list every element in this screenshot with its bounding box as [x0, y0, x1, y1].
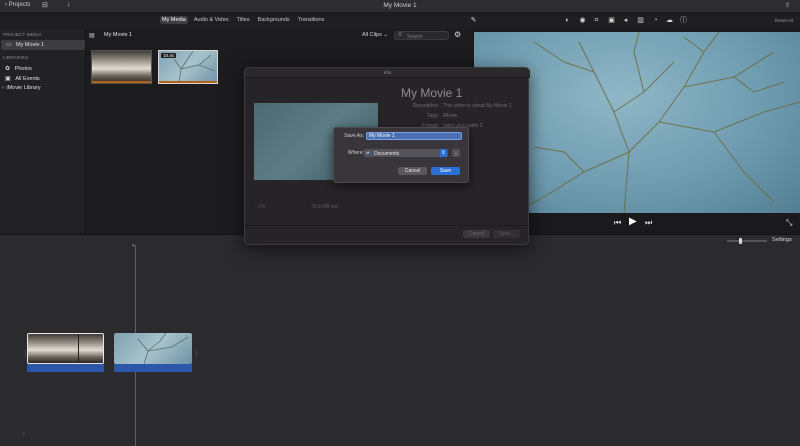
events-icon: ▣ [5, 76, 11, 82]
play-icon[interactable]: ▶ [629, 216, 637, 227]
filter-label: All Clips [362, 32, 382, 38]
browser-title: My Movie 1 [104, 32, 133, 38]
tab-backgrounds[interactable]: Backgrounds [256, 16, 292, 24]
media-tabs: My Media Audio & Video Titles Background… [160, 16, 326, 24]
size-icon: ▫ [255, 204, 257, 210]
save-button[interactable]: Save [431, 167, 460, 175]
project-media-header: PROJECT MEDIA [3, 32, 43, 37]
tab-titles[interactable]: Titles [235, 16, 252, 24]
zoom-slider[interactable] [727, 238, 767, 244]
save-sheet: Save As: My Movie 1 Where: ▰ Documents ⇕… [333, 127, 469, 183]
next-button[interactable]: Next... [493, 230, 520, 238]
sidebar-item-all-events[interactable]: ▣ All Events [5, 75, 40, 82]
toolbar: My Media Audio & Video Titles Background… [0, 13, 800, 29]
disclosure-triangle-icon: › [2, 85, 4, 91]
dialog-window-title: Info [383, 70, 392, 75]
playhead-handle[interactable]: ▾ [132, 243, 139, 249]
sidebar-item-project[interactable]: ▭ My Movie 1 [1, 40, 85, 50]
save-as-input[interactable]: My Movie 1 [366, 132, 462, 140]
sidebar-item-label: All Events [15, 76, 40, 82]
audio-track-icon[interactable]: ♪ [22, 431, 25, 437]
fullscreen-icon[interactable]: ⤡ [786, 218, 792, 228]
branches-graphic [137, 333, 189, 364]
description-field[interactable]: This video is about My Movie 1 [443, 103, 512, 109]
clip-frame-divider [78, 334, 79, 363]
save-as-label: Save As: [344, 133, 364, 139]
libraries-header: LIBRARIES [3, 55, 29, 60]
film-icon: ▭ [6, 42, 12, 48]
clip-used-bar [159, 81, 217, 83]
photos-icon: ✿ [5, 66, 11, 72]
zoom-slider-thumb[interactable] [739, 238, 742, 244]
sidebar-item-label: iMovie Library [6, 85, 41, 91]
dialog-cancel-button[interactable]: Cancel [463, 230, 490, 238]
clip-used-bar [92, 81, 151, 83]
tab-transitions[interactable]: Transitions [296, 16, 327, 24]
cancel-button[interactable]: Cancel [398, 167, 427, 175]
skip-forward-icon[interactable]: ⏭ [645, 218, 652, 228]
sidebar-toggle-icon[interactable]: ▤ [89, 32, 95, 39]
title-bar: ‹ Projects ⊟ ↓ My Movie 1 ⇧ [0, 0, 800, 13]
where-label: Where: [347, 150, 364, 156]
search-icon: ⚲ [398, 32, 403, 38]
filter-icon[interactable]: ☁ [665, 16, 674, 25]
tags-label: Tags: [427, 113, 439, 119]
media-clip-1[interactable] [91, 50, 152, 84]
speed-icon[interactable]: ◔ [651, 16, 660, 25]
magic-wand-icon[interactable]: ✎ [469, 16, 478, 25]
description-label: Description: [412, 103, 439, 109]
timeline-clip-1[interactable] [27, 333, 104, 364]
timeline-settings-button[interactable]: Settings [772, 237, 792, 243]
settings-gear-icon[interactable]: ⚙ [454, 30, 461, 39]
volume-icon[interactable]: ◂ [621, 16, 630, 25]
where-dropdown[interactable]: ▰ Documents ⇕ [364, 149, 448, 157]
dropdown-arrows-icon: ⇕ [440, 149, 447, 157]
search-input[interactable]: ⚲ Search [394, 31, 449, 40]
chevron-down-icon: ⌄ [383, 32, 389, 38]
tab-audio-video[interactable]: Audio & Video [192, 16, 231, 24]
tab-my-media[interactable]: My Media [160, 16, 188, 24]
where-value: Documents [374, 150, 400, 157]
reset-all-button[interactable]: Reset All [775, 18, 793, 23]
color-balance-icon[interactable]: ◐ [563, 16, 572, 25]
timeline: Settings ▾ ❘ ❘ ♪ [0, 234, 800, 446]
timeline-clip-2[interactable] [114, 333, 192, 364]
window-title: My Movie 1 [383, 2, 417, 9]
clips-filter-dropdown[interactable]: All Clips ⌄ [362, 32, 388, 38]
expand-chevron-icon[interactable]: ⌄ [452, 149, 460, 157]
folder-icon: ▰ [366, 150, 370, 156]
size-row: ▫ 1% [255, 204, 265, 210]
file-size-estimate: 70.6 MB est. [311, 204, 340, 210]
sidebar-item-label: My Movie 1 [16, 42, 45, 48]
tags-field[interactable]: iMovie [443, 113, 457, 119]
sidebar-item-label: Photos [14, 66, 32, 72]
skip-back-icon[interactable]: ⏮ [614, 218, 621, 228]
dialog-titlebar: Info [245, 68, 530, 78]
sidebar: PROJECT MEDIA ▭ My Movie 1 LIBRARIES ✿ P… [0, 29, 86, 234]
sidebar-item-imovie-library[interactable]: › iMovie Library [2, 85, 41, 91]
dialog-divider [245, 225, 530, 226]
audio-waveform-1[interactable] [27, 364, 104, 372]
clip-duration-badge: 10.4s [161, 53, 177, 58]
color-correction-icon[interactable]: ◉ [578, 16, 587, 25]
info-icon[interactable]: ⓘ [679, 16, 688, 25]
size-percent: 1% [258, 204, 266, 210]
audio-waveform-2[interactable] [114, 364, 192, 372]
dialog-movie-title: My Movie 1 [401, 86, 463, 100]
clip-right-handle[interactable]: ❘ [193, 348, 200, 357]
media-clip-2[interactable]: 10.4s [158, 50, 218, 84]
noise-reduction-icon[interactable]: ▥ [636, 16, 645, 25]
share-icon[interactable]: ⇧ [785, 2, 790, 9]
search-placeholder: Search [407, 33, 423, 40]
crop-icon[interactable]: ⌗ [592, 16, 601, 25]
sidebar-item-photos[interactable]: ✿ Photos [5, 65, 32, 72]
stabilization-icon[interactable]: ▣ [607, 16, 616, 25]
